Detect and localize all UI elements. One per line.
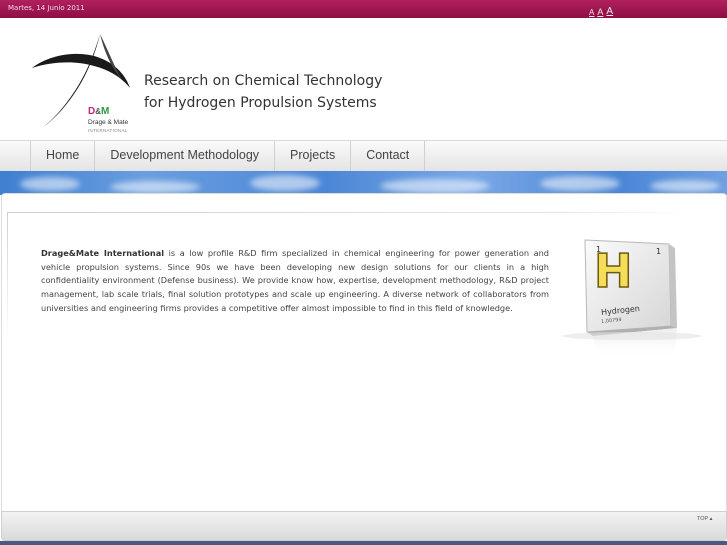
intro-paragraph: Drage&Mate International is a low profil… (41, 247, 549, 316)
logo-swoosh-icon[interactable] (30, 32, 140, 130)
logo-company-name: Drage & Mate (88, 119, 129, 126)
logo-initial-m: M (101, 106, 110, 117)
content-divider (7, 212, 697, 213)
nav-item-development-methodology[interactable]: Development Methodology (95, 141, 276, 171)
top-bar: Martes, 14 Junio 2011 A A A (0, 0, 727, 18)
nav-item-projects[interactable]: Projects (275, 141, 352, 171)
tagline-line-2: for Hydrogen Propulsion Systems (144, 95, 377, 111)
page-footer (1, 511, 727, 541)
tile-valence: 1 (656, 247, 662, 256)
back-to-top-link[interactable]: TOP ▴ (697, 516, 712, 522)
bottom-bar (0, 541, 727, 545)
nav-item-contact[interactable]: Contact (351, 141, 426, 171)
site-tagline: Research on Chemical Technology for Hydr… (144, 70, 382, 114)
logo-initials: D&M (88, 106, 109, 117)
content-edge (7, 212, 8, 342)
font-size-medium-button[interactable]: A (597, 8, 603, 17)
sky-banner (0, 171, 727, 195)
tagline-line-1: Research on Chemical Technology (144, 73, 383, 89)
site-header: D&M Drage & Mate INTERNATIONAL Research … (0, 18, 727, 140)
main-navigation: Home Development Methodology Projects Co… (0, 140, 727, 172)
nav-item-home[interactable]: Home (31, 141, 96, 171)
font-size-controls: A A A (589, 1, 613, 17)
tile-element-symbol: H (593, 244, 633, 298)
current-date: Martes, 14 Junio 2011 (8, 4, 85, 12)
intro-company-name: Drage&Mate International (41, 248, 165, 258)
font-size-small-button[interactable]: A (589, 9, 594, 17)
font-size-large-button[interactable]: A (606, 7, 613, 17)
logo-company-subtitle: INTERNATIONAL (88, 128, 128, 133)
